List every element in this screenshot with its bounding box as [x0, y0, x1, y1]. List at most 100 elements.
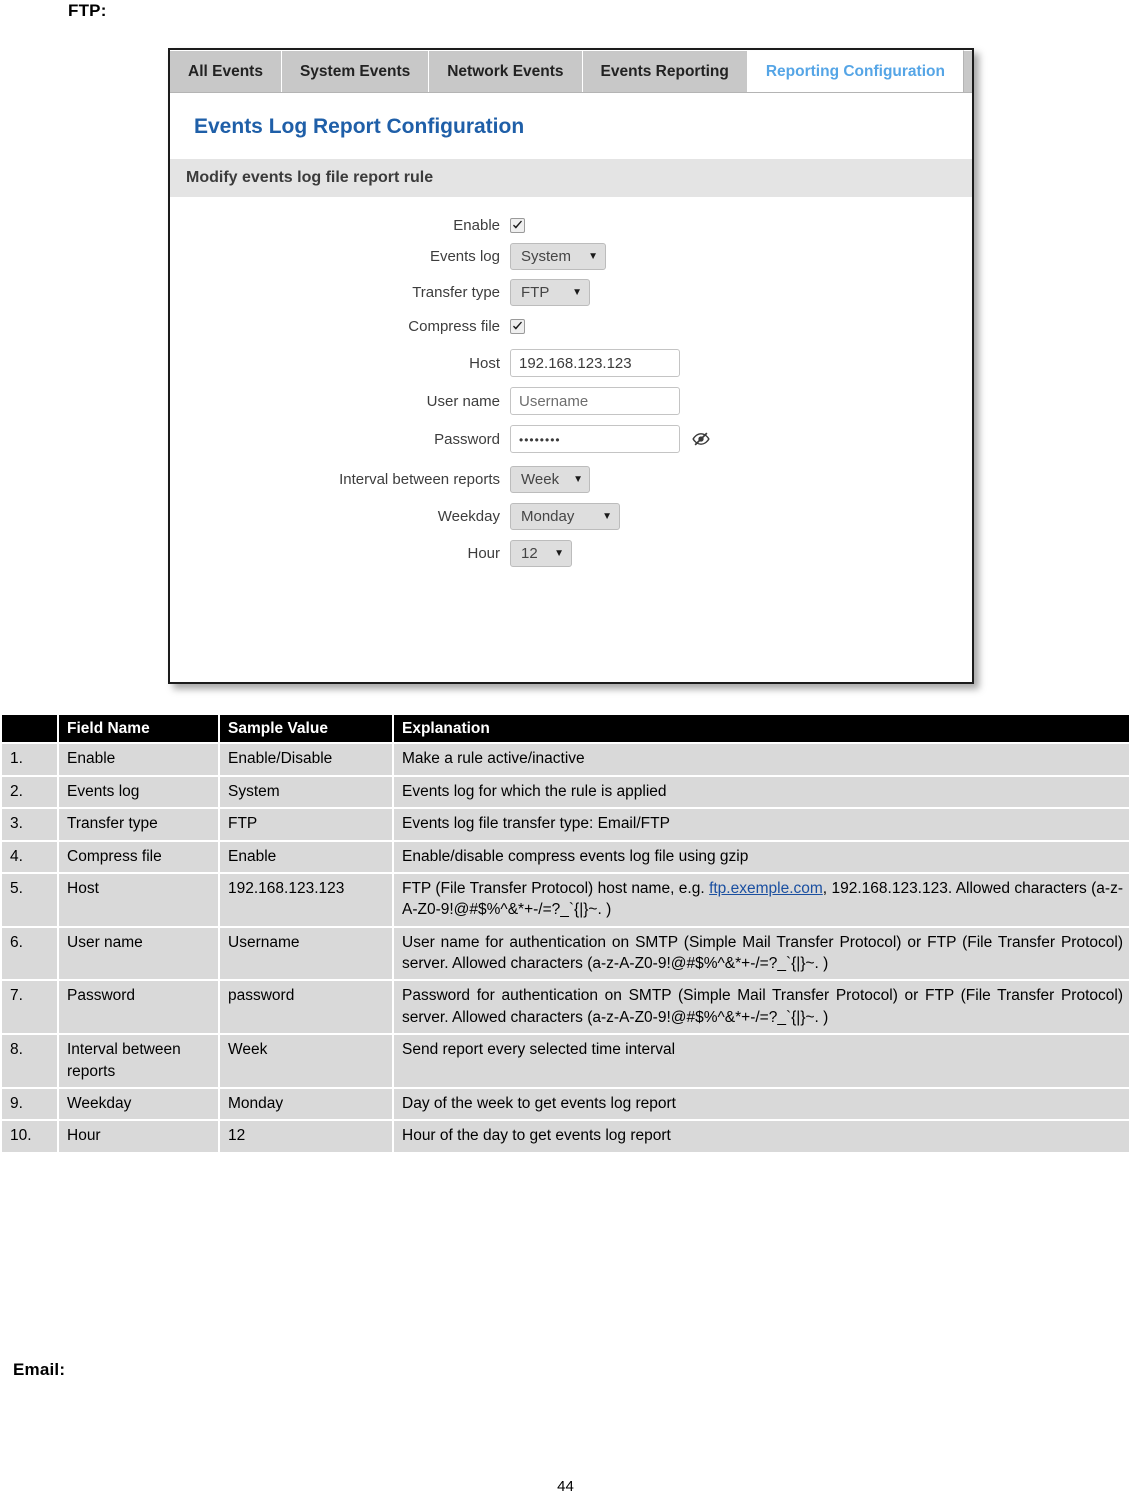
tab-label: All Events — [188, 63, 263, 80]
cell-sample-value: Enable — [220, 841, 392, 872]
cell-explanation: Enable/disable compress events log file … — [394, 841, 1129, 872]
cell-number: 7. — [2, 981, 57, 1034]
panel-title: Events Log Report Configuration — [194, 115, 525, 138]
password-input[interactable]: •••••••• — [510, 425, 680, 453]
cell-field-name: Events log — [59, 776, 218, 808]
cell-sample-value: Username — [220, 927, 392, 980]
interval-select[interactable]: Week ▼ — [510, 466, 590, 493]
chevron-down-icon: ▼ — [573, 474, 583, 485]
password-masked-value: •••••••• — [519, 433, 561, 447]
form-row-transfer-type: Transfer type FTP ▼ — [170, 279, 972, 306]
cell-sample-value: Enable/Disable — [220, 744, 392, 775]
form-row-user-name: User name Username — [170, 387, 972, 415]
table-row: 9. Weekday Monday Day of the week to get ev… — [2, 1088, 1129, 1120]
label-hour: Hour — [467, 545, 500, 562]
tab-all-events[interactable]: All Events — [170, 51, 282, 92]
chevron-down-icon: ▼ — [572, 287, 582, 298]
cell-sample-value: Monday — [220, 1088, 392, 1120]
chevron-down-icon: ▼ — [602, 511, 612, 522]
enable-checkbox[interactable] — [510, 218, 525, 233]
table-row: 1. Enable Enable/Disable Make a rule active… — [2, 744, 1129, 775]
cell-explanation: Make a rule active/inactive — [394, 744, 1129, 775]
host-input[interactable]: 192.168.123.123 — [510, 349, 680, 377]
tab-system-events[interactable]: System Events — [281, 51, 430, 92]
transfer-type-select[interactable]: FTP ▼ — [510, 279, 590, 306]
weekday-value: Monday — [521, 508, 575, 525]
tab-bar: All Events System Events Network Events … — [170, 50, 972, 93]
cell-explanation: Events log for which the rule is applied — [394, 776, 1129, 808]
label-user-name: User name — [426, 392, 500, 410]
tab-bar-filler — [963, 51, 972, 92]
cell-field-name: Enable — [59, 744, 218, 775]
column-header-explanation: Explanation — [394, 715, 1129, 743]
label-transfer-type: Transfer type — [412, 284, 500, 301]
label-compress-file: Compress file — [408, 318, 500, 335]
compress-file-checkbox[interactable] — [510, 319, 525, 334]
cell-field-name: User name — [59, 927, 218, 980]
column-header-field-name: Field Name — [59, 715, 218, 743]
chevron-down-icon: ▼ — [554, 548, 564, 559]
tab-events-reporting[interactable]: Events Reporting — [582, 51, 748, 92]
form-row-password: Password •••••••• — [170, 425, 972, 453]
cell-sample-value: 192.168.123.123 — [220, 873, 392, 926]
transfer-type-value: FTP — [521, 284, 550, 301]
label-events-log: Events log — [429, 248, 500, 265]
cell-number: 3. — [2, 809, 57, 840]
tab-label: Network Events — [447, 63, 564, 80]
tab-label: Reporting Configuration — [765, 63, 945, 80]
tab-network-events[interactable]: Network Events — [429, 51, 583, 92]
cell-sample-value: 12 — [220, 1121, 392, 1152]
form-row-weekday: Weekday Monday ▼ — [170, 503, 972, 530]
tab-reporting-configuration[interactable]: Reporting Configuration — [747, 50, 964, 92]
report-rule-form: Enable Events log System ▼ Transfer type… — [170, 197, 972, 567]
table-row: 8. Interval between reports Week Send repor… — [2, 1035, 1129, 1087]
cell-field-name: Transfer type — [59, 809, 218, 840]
user-name-input[interactable]: Username — [510, 387, 680, 415]
eye-slash-icon[interactable] — [692, 431, 710, 447]
cell-field-name: Interval between reports — [59, 1035, 218, 1087]
interval-value: Week — [521, 471, 560, 488]
table-header-row: Field Name Sample Value Explanation — [2, 715, 1129, 743]
chevron-down-icon: ▼ — [588, 251, 598, 262]
tab-label: System Events — [299, 63, 411, 80]
cell-number: 10. — [2, 1121, 57, 1152]
cell-field-name: Compress file — [59, 841, 218, 872]
label-password: Password — [434, 430, 500, 448]
cell-sample-value: System — [220, 776, 392, 808]
column-header-number — [2, 715, 57, 743]
cell-sample-value: FTP — [220, 809, 392, 840]
form-row-enable: Enable — [170, 217, 972, 234]
events-log-select[interactable]: System ▼ — [510, 243, 606, 270]
cell-explanation: Password for authentication on SMTP (Sim… — [394, 981, 1129, 1034]
form-row-compress-file: Compress file — [170, 318, 972, 335]
cell-number: 4. — [2, 841, 57, 872]
cell-field-name: Password — [59, 981, 218, 1034]
hour-select[interactable]: 12 ▼ — [510, 540, 572, 567]
table-row: 6. User name Username User name for authent… — [2, 927, 1129, 980]
screenshot-panel: All Events System Events Network Events … — [168, 48, 974, 684]
label-interval: Interval between reports — [339, 471, 500, 488]
cell-explanation: Hour of the day to get events log report — [394, 1121, 1129, 1152]
explanation-link[interactable]: ftp.exemple.com — [709, 880, 823, 897]
cell-number: 1. — [2, 744, 57, 775]
form-row-hour: Hour 12 ▼ — [170, 540, 972, 567]
label-host: Host — [469, 354, 500, 372]
table-row: 3. Transfer type FTP Events log file transf… — [2, 809, 1129, 840]
section-label-ftp: FTP: — [68, 1, 107, 20]
page-number: 44 — [557, 1478, 574, 1495]
cell-sample-value: password — [220, 981, 392, 1034]
check-icon — [513, 220, 522, 229]
cell-explanation: Send report every selected time interval — [394, 1035, 1129, 1087]
cell-number: 9. — [2, 1088, 57, 1120]
cell-number: 6. — [2, 927, 57, 980]
cell-sample-value: Week — [220, 1035, 392, 1087]
cell-explanation: User name for authentication on SMTP (Si… — [394, 927, 1129, 980]
cell-number: 2. — [2, 776, 57, 808]
table-row: 10. Hour 12 Hour of the day to get events l… — [2, 1121, 1129, 1152]
form-row-events-log: Events log System ▼ — [170, 243, 972, 270]
cell-explanation: Day of the week to get events log report — [394, 1088, 1129, 1120]
table-row: 2. Events log System Events log for which t… — [2, 776, 1129, 808]
cell-field-name: Host — [59, 873, 218, 926]
weekday-select[interactable]: Monday ▼ — [510, 503, 620, 530]
section-header: Modify events log file report rule — [170, 159, 972, 197]
